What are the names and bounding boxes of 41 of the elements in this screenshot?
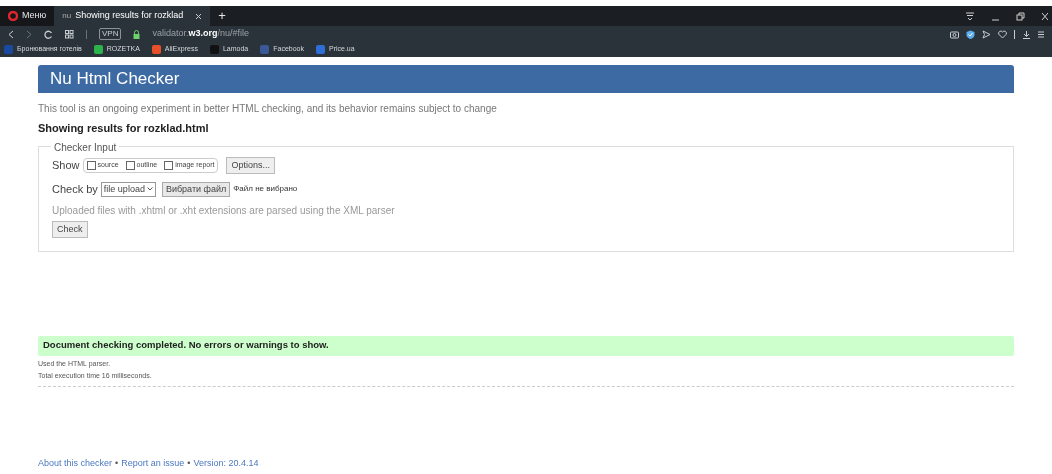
lock-icon [133, 29, 141, 39]
menu-icon[interactable] [1038, 29, 1044, 39]
choose-file-button[interactable]: Вибрати файл [161, 181, 231, 197]
note-text: Uploaded files with .xhtml or .xht extensions are parsed using the XML parser [52, 203, 396, 218]
show-label: Show [52, 158, 80, 173]
footer-link[interactable]: Report an issue [121, 456, 185, 470]
check-button[interactable]: Check [52, 220, 88, 238]
vpn-badge[interactable]: VPN [99, 28, 122, 40]
version-text: Version: 20.4.14 [193, 456, 259, 470]
footer-link[interactable]: About this checker [38, 456, 113, 470]
forward-icon[interactable] [26, 29, 32, 39]
camera-icon[interactable] [950, 29, 959, 39]
separator-dot: • [115, 456, 119, 470]
tab-favicon: nu [62, 10, 72, 22]
address-field[interactable]: validator.w3.org/nu/#file [152, 27, 250, 41]
filter-icon[interactable] [965, 11, 975, 21]
tab-title: Showing results for rozklad [75, 9, 184, 23]
logo-icon [8, 11, 18, 21]
chevron-down-icon [146, 187, 153, 192]
send-icon[interactable] [982, 29, 991, 39]
options-button[interactable]: Options... [226, 156, 275, 174]
back-icon[interactable] [8, 29, 14, 39]
heart-icon[interactable] [998, 29, 1007, 39]
close-icon[interactable] [1041, 11, 1048, 21]
results-heading: Showing results for rozklad.html [38, 121, 210, 136]
no-file-text: Файл не вибрано [233, 183, 298, 196]
intro-text: This tool is an ongoing experiment in better HTML checking, and its behavior remains subject to change [38, 102, 498, 116]
browser-tab[interactable]: nu Showing results for rozklad [54, 6, 211, 26]
page-title: Nu Html Checker [50, 68, 180, 91]
new-tab-button[interactable]: + [210, 6, 234, 26]
menu-button[interactable]: Меню [0, 6, 55, 26]
separator-dot: • [187, 456, 191, 470]
reload-icon[interactable] [44, 29, 53, 39]
check-by-label: Check by [52, 182, 98, 197]
success-banner: Document checking completed. No errors or warnings to show. [38, 335, 1014, 356]
grid-icon[interactable] [65, 29, 74, 39]
download-icon[interactable] [1022, 29, 1031, 39]
check-by-select[interactable]: file upload [100, 181, 156, 197]
tab-close-icon[interactable] [195, 12, 203, 20]
restore-icon[interactable] [1016, 11, 1025, 21]
shield-check-icon[interactable] [966, 29, 975, 39]
